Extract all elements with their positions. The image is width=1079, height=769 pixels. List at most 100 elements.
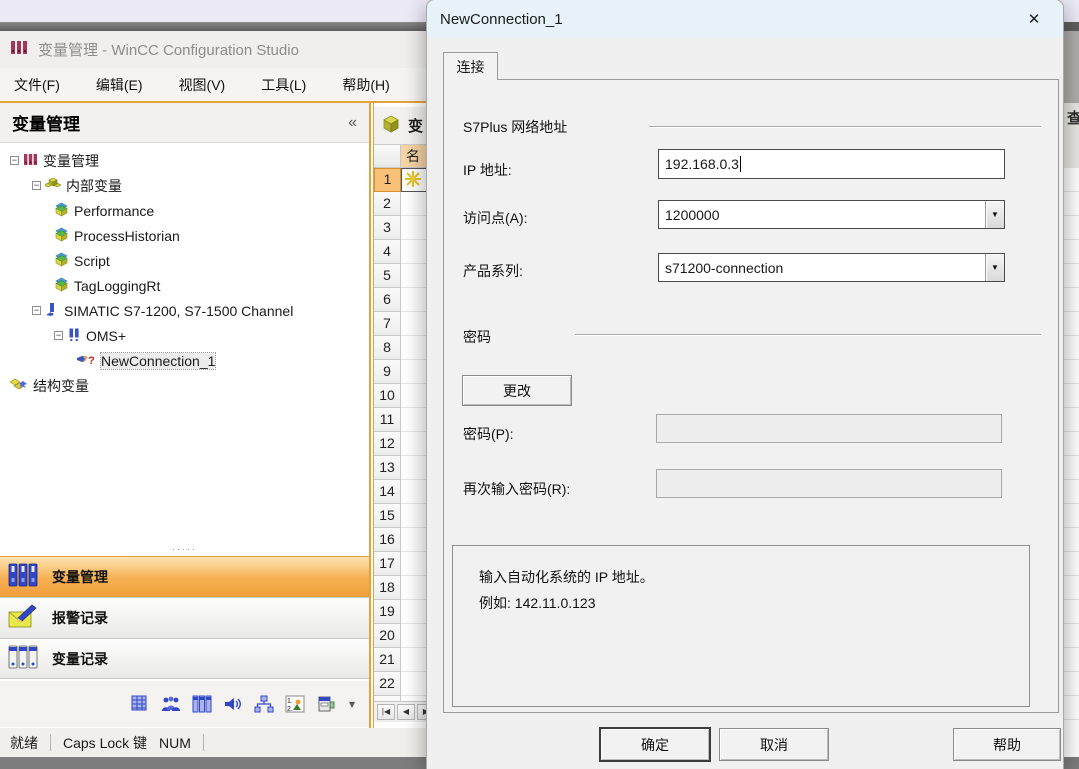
tree-expander[interactable]: − (32, 306, 41, 315)
tree-item-label[interactable]: SIMATIC S7-1200, S7-1500 Channel (64, 303, 293, 319)
row-number-cell[interactable]: 17 (374, 552, 401, 576)
access-point-label: 访问点(A): (463, 208, 528, 228)
tag-management-root-icon (23, 152, 38, 170)
row-number-cell[interactable]: 2 (374, 192, 401, 216)
chevron-down-icon[interactable]: ▼ (985, 254, 1004, 281)
tree-item[interactable]: Script (0, 248, 369, 273)
row-number-cell[interactable]: 21 (374, 648, 401, 672)
row-number-cell[interactable]: 11 (374, 408, 401, 432)
row-number-cell[interactable]: 16 (374, 528, 401, 552)
tree-expander[interactable]: − (10, 156, 19, 165)
sliver-row-line (1064, 312, 1079, 336)
status-separator (203, 734, 204, 751)
tree-item-label[interactable]: ProcessHistorian (74, 228, 180, 244)
tree-item-label[interactable]: Performance (74, 203, 154, 219)
tree-item[interactable]: ?NewConnection_1 (0, 348, 369, 373)
sliver-row-line (1064, 648, 1079, 672)
retype-password-label: 再次输入密码(R): (463, 479, 570, 499)
tree-item[interactable]: − SIMATIC S7-1200, S7-1500 Channel (0, 298, 369, 323)
row-number-cell[interactable]: 18 (374, 576, 401, 600)
menu-item[interactable]: 视图(V) (175, 72, 230, 98)
tree-item[interactable]: − OMS+ (0, 323, 369, 348)
row-number-cell[interactable]: 20 (374, 624, 401, 648)
close-icon[interactable]: ✕ (1021, 10, 1047, 28)
row-number-cell[interactable]: 22 (374, 672, 401, 696)
tree-item-label[interactable]: 内部变量 (66, 176, 122, 196)
sliver-row-line (1064, 528, 1079, 552)
row-number-cell[interactable]: 4 (374, 240, 401, 264)
tree-item[interactable]: − 内部变量 (0, 173, 369, 198)
sliver-row-line (1064, 552, 1079, 576)
menu-item[interactable]: 工具(L) (257, 72, 310, 98)
row-number-cell[interactable]: 15 (374, 504, 401, 528)
dialog-title-bar[interactable]: NewConnection_1 ✕ (427, 0, 1063, 38)
ok-button[interactable]: 确定 (600, 728, 710, 761)
row-number-cell[interactable]: 14 (374, 480, 401, 504)
tree-item[interactable]: 结构变量 (0, 373, 369, 398)
row-number-cell[interactable]: 10 (374, 384, 401, 408)
help-button[interactable]: 帮助 (953, 728, 1061, 761)
row-number-cell[interactable]: 13 (374, 456, 401, 480)
tree-item-label[interactable]: Script (74, 253, 110, 269)
tree-expander[interactable]: − (32, 181, 41, 190)
access-point-select[interactable]: 1200000 ▼ (658, 200, 1005, 229)
chevron-down-icon[interactable]: ▼ (985, 201, 1004, 228)
device-icon[interactable] (316, 694, 336, 714)
sliver-row-line (1064, 696, 1079, 720)
change-password-button[interactable]: 更改 (462, 375, 572, 406)
tree-item[interactable]: − 变量管理 (0, 148, 369, 173)
find-panel-partial: 查 (1063, 103, 1079, 168)
speaker-icon[interactable] (223, 694, 243, 714)
splitter-handle[interactable]: ····· (0, 544, 369, 556)
row-number-cell[interactable]: 7 (374, 312, 401, 336)
topology-icon[interactable] (254, 694, 274, 714)
product-family-select[interactable]: s71200-connection ▼ (658, 253, 1005, 282)
tree-item-label[interactable]: NewConnection_1 (101, 353, 215, 369)
cancel-button[interactable]: 取消 (719, 728, 829, 761)
tree-item-label[interactable]: TagLoggingRt (74, 278, 160, 294)
users-icon[interactable] (161, 694, 181, 714)
editor-nav-item[interactable]: 变量记录 (0, 638, 369, 679)
tree-item[interactable]: ProcessHistorian (0, 223, 369, 248)
row-number-cell[interactable]: 9 (374, 360, 401, 384)
record-first-button[interactable]: |◀ (377, 704, 395, 720)
tree-item-label[interactable]: OMS+ (86, 328, 126, 344)
row-number-cell[interactable]: 5 (374, 264, 401, 288)
navigation-panel: 变量管理 « − 变量管理 − 内部变量 Performance ProcessHisto… (0, 103, 371, 728)
connection-dialog: NewConnection_1 ✕ 连接 S7Plus 网络地址 IP 地址: … (427, 0, 1063, 769)
computer-icon[interactable] (130, 694, 150, 714)
tab-connection[interactable]: 连接 (443, 52, 498, 80)
tree-item[interactable]: Performance (0, 198, 369, 223)
row-number-cell[interactable]: 6 (374, 288, 401, 312)
menu-item[interactable]: 帮助(H) (338, 72, 393, 98)
tree-item-label[interactable]: 结构变量 (33, 376, 89, 396)
more-editors-dropdown[interactable]: ▾ (349, 697, 355, 711)
grid-title-text: 变 (408, 115, 423, 136)
status-capslock: Caps Lock 键 (63, 733, 147, 753)
row-number-cell[interactable]: 3 (374, 216, 401, 240)
panel-header: 变量管理 « (0, 103, 369, 143)
binders-icon[interactable] (192, 694, 212, 714)
collapse-panel-button[interactable]: « (348, 114, 357, 132)
tree-item-label[interactable]: 变量管理 (43, 151, 99, 171)
ip-address-input[interactable]: 192.168.0.3 (658, 149, 1005, 179)
editor-nav-item[interactable]: 报警记录 (0, 597, 369, 638)
row-number-cell[interactable]: 19 (374, 600, 401, 624)
tag-group-icon (54, 252, 69, 270)
row-number-cell[interactable]: 12 (374, 432, 401, 456)
picture-numbers-icon[interactable]: 1.2. (285, 694, 305, 714)
editor-nav-item[interactable]: 变量管理 (0, 556, 369, 597)
sliver-row-line (1064, 288, 1079, 312)
tree-expander[interactable]: − (54, 331, 63, 340)
row-number-cell[interactable]: 1 (374, 168, 401, 192)
menu-item[interactable]: 文件(F) (10, 72, 64, 98)
tree-item[interactable]: TagLoggingRt (0, 273, 369, 298)
dialog-title: NewConnection_1 (440, 11, 563, 28)
row-number-header[interactable] (374, 145, 401, 168)
sliver-row-line (1064, 192, 1079, 216)
row-number-cell[interactable]: 8 (374, 336, 401, 360)
internal-tags-icon (45, 177, 61, 195)
menu-item[interactable]: 编辑(E) (92, 72, 147, 98)
sliver-row-line (1064, 672, 1079, 696)
record-prev-button[interactable]: ◀ (397, 704, 415, 720)
